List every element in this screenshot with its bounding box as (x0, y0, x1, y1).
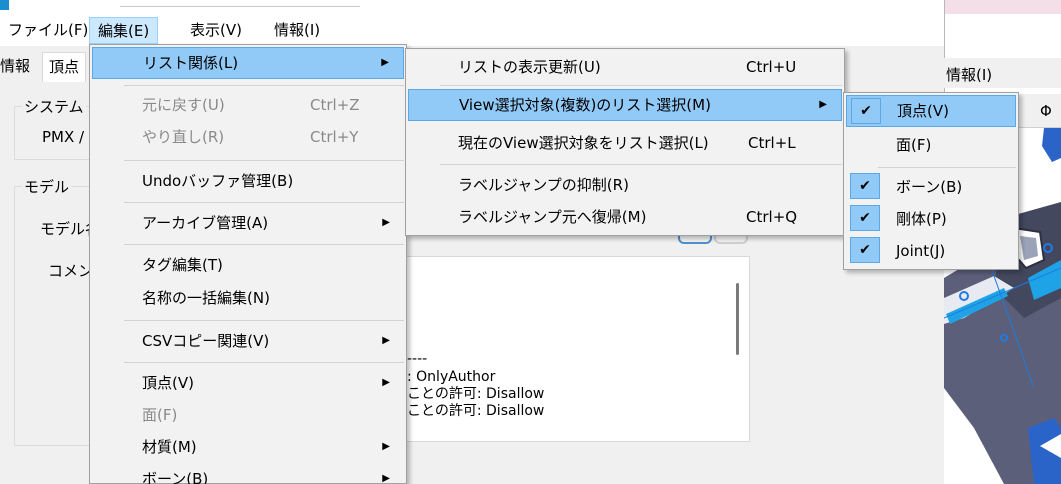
menu-view[interactable]: 表示(V) (182, 17, 250, 44)
model-label: モデル (22, 176, 72, 197)
comment-textarea[interactable]: ---- : OnlyAuthor ことの許可: Disallow ことの許可:… (404, 256, 750, 442)
tab-vertex[interactable]: 頂点 (42, 52, 87, 82)
list-submenu: リストの表示更新(U) Ctrl+U View選択対象(複数)のリスト選択(M)… (405, 48, 845, 236)
title-strip (0, 0, 944, 14)
menu-item-tag-edit[interactable]: タグ編集(T) (92, 249, 404, 281)
submenu-arrow-icon: ▶ (382, 441, 390, 452)
submenu-arrow-icon: ▶ (382, 377, 390, 388)
phi-icon[interactable]: Φ (1040, 102, 1052, 120)
text-line: ことの許可: Disallow (407, 386, 545, 402)
tab-info[interactable]: 情報 (0, 52, 37, 82)
edit-menu: リスト関係(L) ▶ 元に戻す(U) Ctrl+Z やり直し(R) Ctrl+Y… (89, 44, 407, 484)
text-line: ---- (407, 351, 428, 367)
text-line: : OnlyAuthor (407, 369, 496, 385)
submenu-arrow-icon: ▶ (382, 473, 390, 484)
menu-item-undo[interactable]: 元に戻す(U) Ctrl+Z (92, 89, 404, 121)
menu-info[interactable]: 情報(I) (266, 17, 328, 44)
app-icon (0, 0, 9, 10)
menu-item-undo-buffer[interactable]: Undoバッファ管理(B) (92, 165, 404, 197)
check-icon: ✔ (851, 98, 881, 124)
menu-item-redo[interactable]: やり直し(R) Ctrl+Y (92, 121, 404, 153)
menu-item-batch-rename[interactable]: 名称の一括編集(N) (92, 282, 404, 314)
submenu-arrow-icon: ▶ (819, 99, 827, 110)
menu-item-select-bone[interactable]: ✔ ボーン(B) (846, 171, 1016, 203)
scrollbar-thumb[interactable] (736, 283, 739, 355)
text-line: ことの許可: Disallow (407, 403, 545, 419)
menu-item-archive[interactable]: アーカイブ管理(A) ▶ (92, 207, 404, 239)
check-icon: ✔ (850, 205, 880, 231)
menubar: ファイル(F) 編集(E) 表示(V) 情報(I) (0, 14, 944, 46)
menu-item-vertex[interactable]: 頂点(V) ▶ (92, 367, 404, 399)
menu-item-face[interactable]: 面(F) (92, 399, 404, 431)
menu-item-bone[interactable]: ボーン(B) ▶ (92, 463, 404, 484)
preview-menu-info[interactable]: 情報(I) (946, 64, 992, 85)
menu-file[interactable]: ファイル(F) (0, 17, 96, 44)
menu-item-current-view-select[interactable]: 現在のView選択対象をリスト選択(L) Ctrl+L (408, 127, 842, 159)
check-icon: ✔ (850, 173, 880, 199)
system-label: システム (22, 96, 86, 117)
menu-item-list[interactable]: リスト関係(L) ▶ (92, 47, 404, 79)
menu-item-suppress-label-jump[interactable]: ラベルジャンプの抑制(R) (408, 169, 842, 201)
comment-label: コメン (46, 260, 96, 281)
menu-item-select-joint[interactable]: ✔ Joint(J) (846, 235, 1016, 267)
view-select-submenu: ✔ 頂点(V) 面(F) ✔ ボーン(B) ✔ 剛体(P) ✔ Joint(J) (843, 92, 1019, 270)
menu-item-select-face[interactable]: 面(F) (846, 129, 1016, 161)
menu-item-view-select-multi[interactable]: View選択対象(複数)のリスト選択(M) ▶ (408, 89, 842, 121)
submenu-arrow-icon: ▶ (382, 335, 390, 346)
menu-item-refresh-list[interactable]: リストの表示更新(U) Ctrl+U (408, 51, 842, 83)
menu-edit[interactable]: 編集(E) (89, 17, 159, 44)
menu-item-return-label-jump[interactable]: ラベルジャンプ元へ復帰(M) Ctrl+Q (408, 201, 842, 233)
check-icon: ✔ (850, 237, 880, 263)
preview-menubar: 情報(I) (944, 58, 1061, 88)
menu-item-material[interactable]: 材質(M) ▶ (92, 431, 404, 463)
submenu-arrow-icon: ▶ (381, 57, 389, 68)
menu-item-csv-copy[interactable]: CSVコピー関連(V) ▶ (92, 325, 404, 357)
menu-item-select-vertex[interactable]: ✔ 頂点(V) (846, 95, 1016, 127)
submenu-arrow-icon: ▶ (382, 217, 390, 228)
menu-item-select-rigidbody[interactable]: ✔ 剛体(P) (846, 203, 1016, 235)
pmx-label: PMX / (40, 128, 87, 146)
